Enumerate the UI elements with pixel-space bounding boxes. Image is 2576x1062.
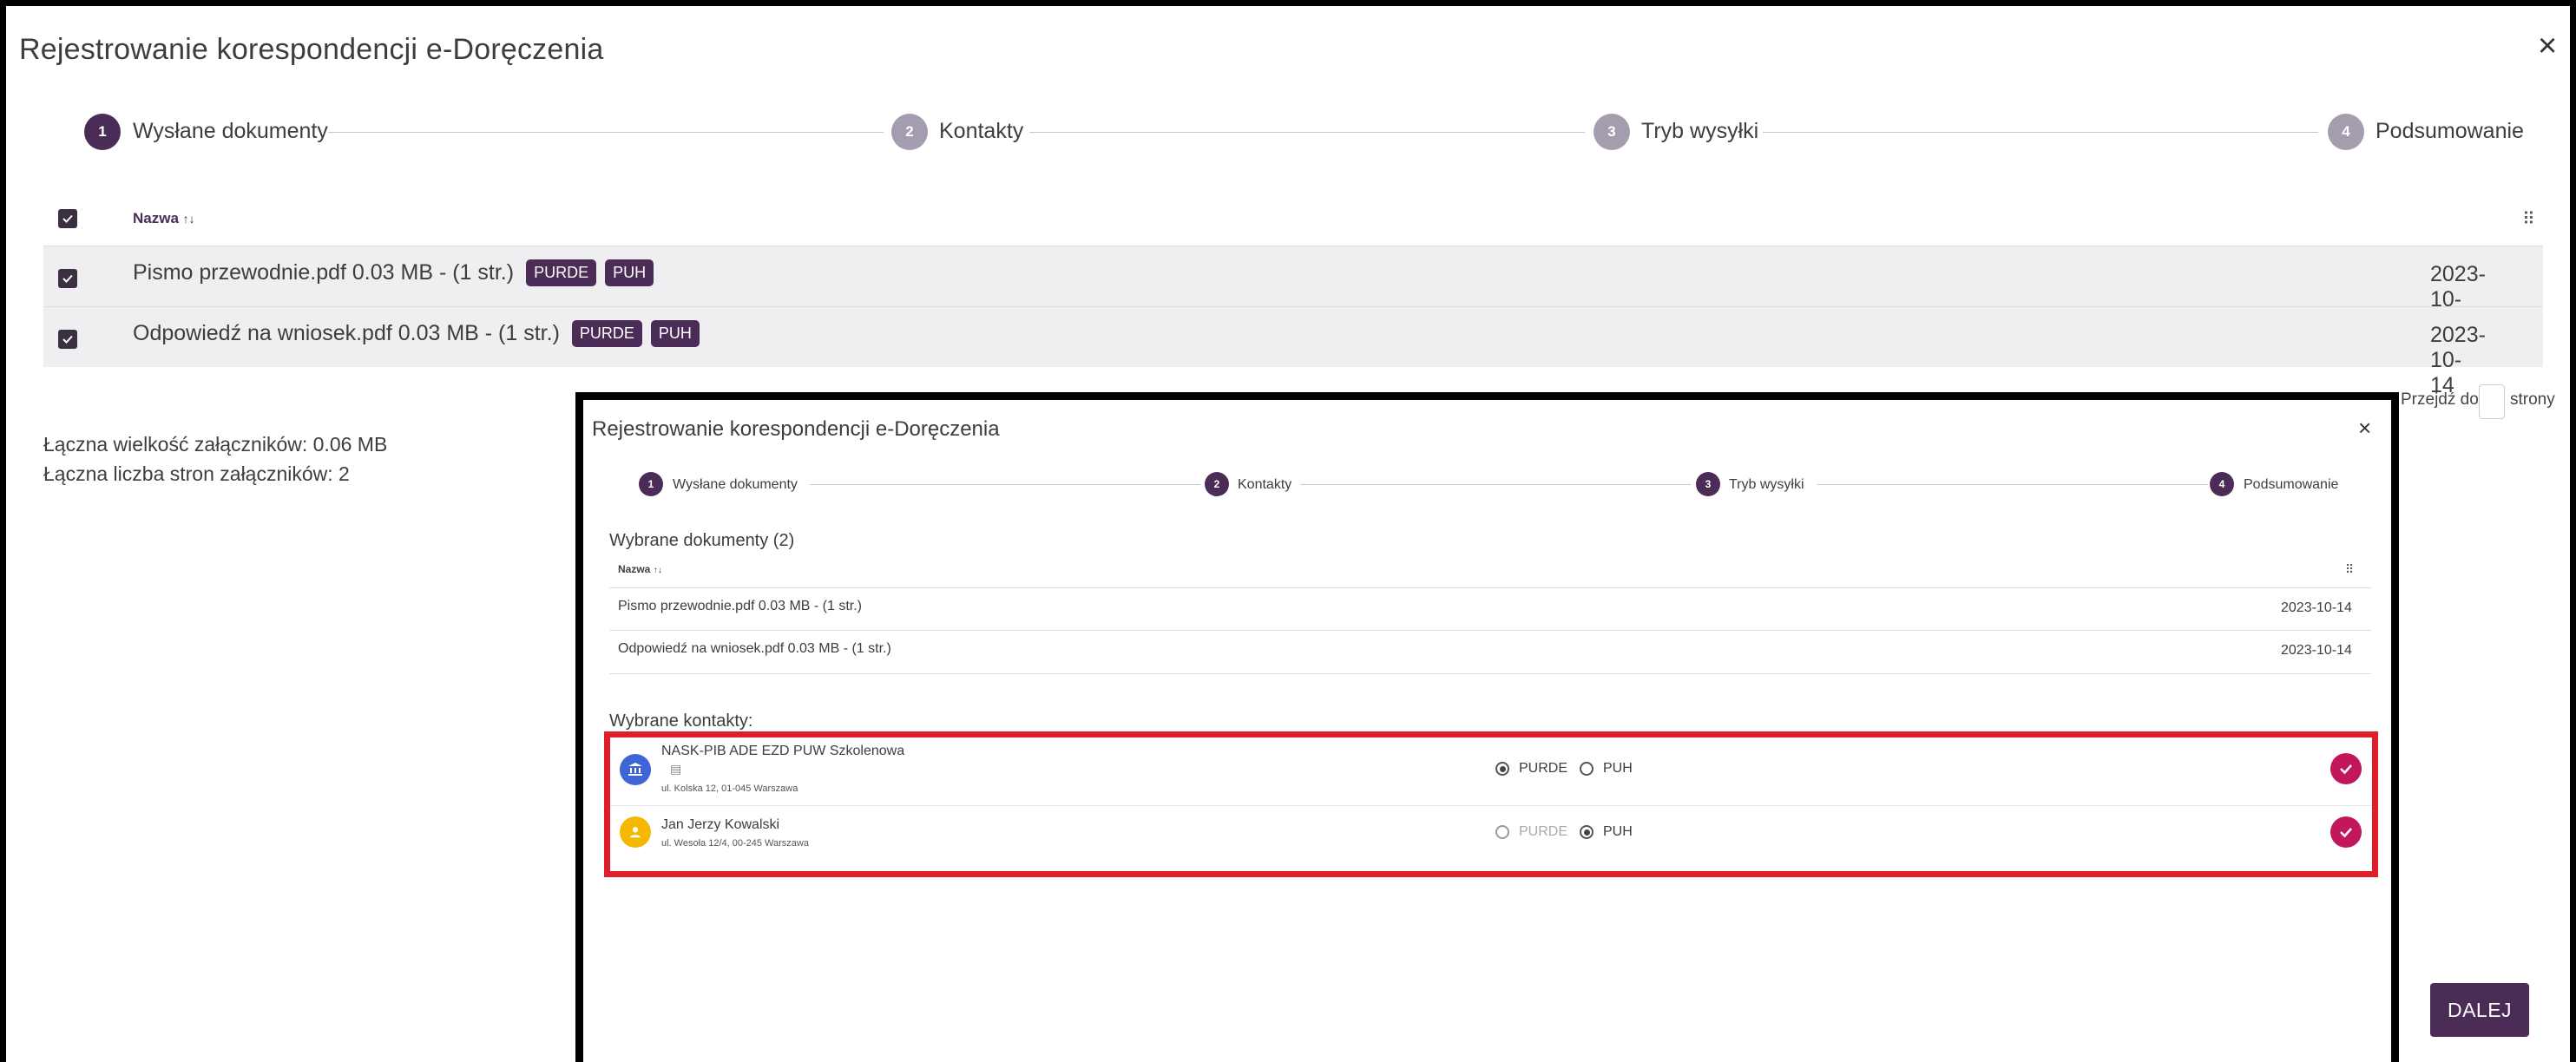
step-2-label[interactable]: Kontakty bbox=[939, 119, 1023, 144]
step-connector bbox=[328, 132, 884, 133]
step-4-circle[interactable]: 4 bbox=[2328, 114, 2364, 150]
check-icon bbox=[62, 214, 73, 223]
document-row-name: Pismo przewodnie.pdf 0.03 MB - (1 str.) bbox=[618, 599, 862, 613]
step-connector bbox=[810, 484, 1200, 485]
confirmed-check-icon bbox=[2330, 753, 2362, 784]
close-icon[interactable]: × bbox=[2358, 415, 2371, 442]
next-button[interactable]: DALEJ bbox=[2430, 983, 2529, 1037]
selected-documents-title: Wybrane dokumenty (2) bbox=[609, 531, 795, 550]
goto-suffix: strony bbox=[2510, 390, 2555, 409]
step-1-circle[interactable]: 1 bbox=[639, 472, 663, 496]
contact-name: Jan Jerzy Kowalski bbox=[661, 817, 780, 832]
puh-radio-label: PUH bbox=[1603, 761, 1633, 776]
selected-contacts-title: Wybrane kontakty: bbox=[609, 711, 753, 731]
step-1-circle[interactable]: 1 bbox=[84, 114, 121, 150]
dialog-title: Rejestrowanie korespondencji e-Doręczeni… bbox=[19, 33, 604, 66]
divider bbox=[610, 805, 2372, 806]
step-2-circle[interactable]: 2 bbox=[891, 114, 928, 150]
divider bbox=[609, 630, 2371, 631]
person-icon bbox=[620, 816, 651, 848]
divider bbox=[609, 587, 2371, 588]
step-2-label[interactable]: Kontakty bbox=[1238, 477, 1291, 493]
tag-puh: PUH bbox=[650, 320, 700, 347]
purde-radio[interactable] bbox=[1495, 762, 1509, 776]
sort-icon[interactable]: ↑↓ bbox=[183, 212, 195, 226]
confirmed-check-icon bbox=[2330, 816, 2362, 848]
contact-address: ul. Kolska 12, 01-045 Warszawa bbox=[661, 783, 798, 794]
sort-icon[interactable]: ↑↓ bbox=[654, 566, 662, 575]
purde-radio-label: PURDE bbox=[1519, 824, 1568, 839]
document-row-date: 2023-10-14 bbox=[2281, 643, 2352, 658]
row-filename: Odpowiedź na wniosek.pdf 0.03 MB - (1 st… bbox=[133, 320, 700, 347]
step-4-label[interactable]: Podsumowanie bbox=[2376, 119, 2524, 144]
check-icon bbox=[62, 274, 73, 283]
step-1-label[interactable]: Wysłane dokumenty bbox=[133, 119, 328, 144]
institution-icon bbox=[620, 754, 651, 785]
divider bbox=[609, 673, 2371, 674]
puh-radio[interactable] bbox=[1580, 762, 1594, 776]
contact-name: NASK-PIB ADE EZD PUW Szkolenowa bbox=[661, 744, 905, 758]
purde-radio-label: PURDE bbox=[1519, 761, 1568, 776]
goto-label: Przejdź do bbox=[2401, 390, 2479, 409]
step-connector bbox=[1300, 484, 1691, 485]
step-3-circle[interactable]: 3 bbox=[1696, 472, 1720, 496]
tag-purde: PURDE bbox=[571, 320, 642, 347]
close-icon[interactable]: × bbox=[2538, 30, 2557, 62]
building-icon: ▤ bbox=[670, 762, 682, 776]
row-checkbox[interactable] bbox=[58, 269, 77, 288]
goto-page-input[interactable] bbox=[2479, 384, 2505, 419]
step-2-circle[interactable]: 2 bbox=[1205, 472, 1229, 496]
summary-dialog-title: Rejestrowanie korespondencji e-Doręczeni… bbox=[592, 417, 1000, 441]
tag-purde: PURDE bbox=[526, 259, 597, 286]
purde-radio[interactable] bbox=[1495, 825, 1509, 839]
step-3-circle[interactable]: 3 bbox=[1594, 114, 1630, 150]
document-row-name: Odpowiedź na wniosek.pdf 0.03 MB - (1 st… bbox=[618, 641, 891, 656]
row-checkbox[interactable] bbox=[58, 330, 77, 349]
puh-radio[interactable] bbox=[1580, 825, 1594, 839]
step-connector bbox=[1763, 132, 2318, 133]
select-all-checkbox[interactable] bbox=[58, 209, 77, 228]
column-header-name[interactable]: Nazwa ↑↓ bbox=[133, 210, 195, 227]
step-3-label[interactable]: Tryb wysyłki bbox=[1641, 119, 1758, 144]
tag-puh: PUH bbox=[605, 259, 654, 286]
step-4-label[interactable]: Podsumowanie bbox=[2244, 477, 2338, 493]
row-filename: Pismo przewodnie.pdf 0.03 MB - (1 str.) … bbox=[133, 259, 654, 286]
puh-radio-label: PUH bbox=[1603, 824, 1633, 839]
step-3-label[interactable]: Tryb wysyłki bbox=[1729, 477, 1804, 493]
column-settings-icon[interactable]: ⠿ bbox=[2522, 208, 2535, 230]
total-size: Łączna wielkość załączników: 0.06 MB bbox=[43, 433, 388, 456]
summary-dialog bbox=[575, 392, 2399, 1062]
step-1-label[interactable]: Wysłane dokumenty bbox=[673, 477, 798, 493]
document-row-date: 2023-10-14 bbox=[2281, 600, 2352, 615]
step-connector bbox=[1029, 132, 1585, 133]
step-4-circle[interactable]: 4 bbox=[2210, 472, 2234, 496]
total-pages: Łączna liczba stron załączników: 2 bbox=[43, 462, 350, 485]
step-connector bbox=[1817, 484, 2208, 485]
check-icon bbox=[62, 335, 73, 344]
column-settings-icon[interactable]: ⠿ bbox=[2345, 562, 2354, 577]
column-header-name[interactable]: Nazwa ↑↓ bbox=[618, 563, 662, 575]
contact-address: ul. Wesoła 12/4, 00-245 Warszawa bbox=[661, 838, 809, 849]
